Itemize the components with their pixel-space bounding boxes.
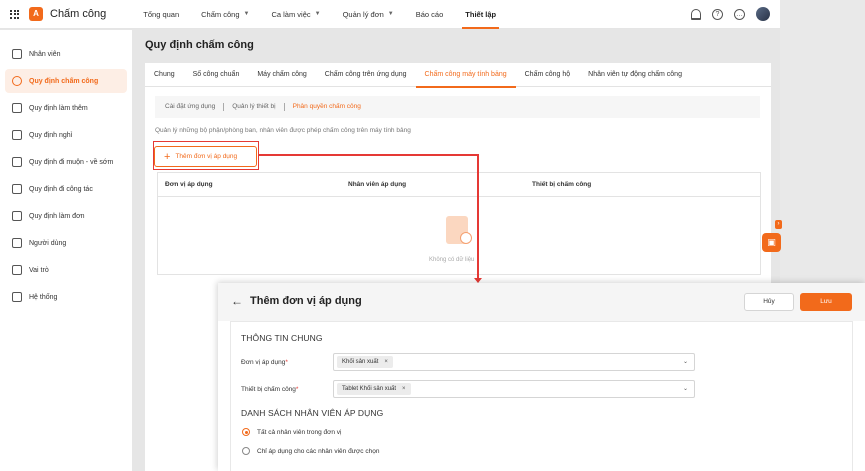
sidebar-item-request-rules[interactable]: Quy định làm đơn: [5, 204, 127, 228]
more-icon[interactable]: …: [734, 8, 745, 20]
selected-chip: Khối sản xuất ×: [337, 356, 393, 368]
add-unit-dialog: ← Thêm đơn vị áp dụng Hủy Lưu THÔNG TIN …: [218, 283, 865, 471]
dialog-body: THÔNG TIN CHUNG Đơn vị áp dụng* Khối sản…: [230, 321, 853, 471]
sidebar-item-late-early-rules[interactable]: Quy định đi muộn - về sớm: [5, 150, 127, 174]
connector-line: [259, 154, 478, 156]
unit-select[interactable]: Khối sản xuất × ⌄: [333, 353, 695, 371]
chat-icon[interactable]: ▣: [762, 233, 781, 252]
system-icon: [12, 292, 22, 302]
help-icon[interactable]: ?: [712, 8, 723, 20]
units-table: Đơn vị áp dụng Nhân viên áp dụng Thiết b…: [157, 172, 761, 275]
chevron-right-icon[interactable]: ›: [775, 220, 782, 229]
column-header-employees: Nhân viên áp dụng: [348, 181, 407, 188]
tab-general[interactable]: Chung: [145, 63, 184, 87]
sidebar-item-employees[interactable]: Nhân viên: [5, 42, 127, 66]
top-bar: A Chấm công Tổng quan Chấm công ▼ Ca làm …: [0, 0, 780, 29]
save-button[interactable]: Lưu: [800, 293, 852, 311]
nav-overview[interactable]: Tổng quan: [132, 0, 190, 29]
tab-auto-timekeeping[interactable]: Nhân viên tự động chấm công: [579, 63, 691, 87]
cancel-button[interactable]: Hủy: [744, 293, 794, 311]
table-header: Đơn vị áp dụng Nhân viên áp dụng Thiết b…: [158, 173, 760, 197]
sidebar-item-overtime-rules[interactable]: Quy định làm thêm: [5, 96, 127, 120]
close-icon[interactable]: ×: [402, 383, 406, 395]
briefcase-icon: [12, 184, 22, 194]
section-title-employees: DANH SÁCH NHÂN VIÊN ÁP DỤNG: [241, 408, 384, 418]
chevron-down-icon: ⌄: [682, 386, 688, 392]
empty-state-icon: [446, 216, 472, 244]
page-title: Quy định chấm công: [145, 39, 254, 51]
people-icon: [12, 49, 22, 59]
sidebar-item-users[interactable]: Người dùng: [5, 231, 127, 255]
main-nav: Tổng quan Chấm công ▼ Ca làm việc ▼ Quản l…: [132, 0, 507, 29]
tab-proxy-timekeeping[interactable]: Chấm công hộ: [516, 63, 580, 87]
sidebar-item-system[interactable]: Hệ thống: [5, 285, 127, 309]
nav-timekeeping[interactable]: Chấm công ▼: [190, 0, 260, 29]
sidebar-item-timekeeping-rules[interactable]: Quy định chấm công: [5, 69, 127, 93]
field-label-device: Thiết bị chấm công*: [241, 386, 299, 393]
chevron-down-icon: ▼: [243, 11, 250, 17]
radio-all-employees[interactable]: Tất cả nhân viên trong đơn vị: [242, 428, 341, 436]
empty-state-text: Không có dữ liệu: [429, 257, 475, 263]
radio-button[interactable]: [242, 447, 250, 455]
nav-settings[interactable]: Thiết lập: [454, 0, 507, 29]
field-label-unit: Đơn vị áp dụng*: [241, 359, 288, 366]
tab-tablet-timekeeping[interactable]: Chấm công máy tính bảng: [415, 63, 516, 88]
chevron-down-icon: ▼: [387, 11, 394, 17]
document-icon: [12, 211, 22, 221]
app-title: Chấm công: [50, 8, 107, 20]
selected-chip: Tablet Khối sản xuất ×: [337, 383, 411, 395]
user-icon: [12, 238, 22, 248]
nav-reports[interactable]: Báo cáo: [405, 0, 455, 29]
app-logo: A: [29, 7, 43, 21]
avatar[interactable]: [756, 7, 770, 21]
chevron-down-icon: ▼: [314, 11, 321, 17]
clock-icon: [12, 76, 22, 86]
subtab-app-settings[interactable]: Cài đặt ứng dụng: [165, 103, 225, 111]
sidebar-item-leave-rules[interactable]: Quy định nghỉ: [5, 123, 127, 147]
column-header-unit: Đơn vị áp dụng: [165, 181, 213, 188]
radio-selected-employees[interactable]: Chỉ áp dụng cho các nhân viên được chọn: [242, 447, 379, 455]
nav-requests[interactable]: Quản lý đơn ▼: [332, 0, 405, 29]
sidebar-item-business-trip-rules[interactable]: Quy định đi công tác: [5, 177, 127, 201]
calendar-icon: [12, 130, 22, 140]
subtabs: Cài đặt ứng dụng Quản lý thiết bị Phân q…: [155, 96, 760, 118]
back-arrow-icon[interactable]: ←: [231, 294, 243, 308]
nav-shifts[interactable]: Ca làm việc ▼: [260, 0, 331, 29]
column-header-device: Thiết bị chấm công: [532, 181, 592, 188]
close-icon[interactable]: ×: [384, 356, 388, 368]
sidebar-item-roles[interactable]: Vai trò: [5, 258, 127, 282]
device-select[interactable]: Tablet Khối sản xuất × ⌄: [333, 380, 695, 398]
tab-standard-workdays[interactable]: Số công chuẩn: [184, 63, 249, 87]
radio-button[interactable]: [242, 428, 250, 436]
section-title-general: THÔNG TIN CHUNG: [241, 333, 323, 343]
apps-grid-icon[interactable]: [10, 9, 19, 19]
topbar-actions: ? …: [691, 7, 770, 21]
connector-line: [477, 154, 479, 280]
subtab-device-management[interactable]: Quản lý thiết bị: [232, 103, 285, 111]
chevron-down-icon: ⌄: [682, 359, 688, 365]
dialog-header: ← Thêm đơn vị áp dụng Hủy Lưu: [218, 283, 865, 321]
tab-app-timekeeping[interactable]: Chấm công trên ứng dụng: [316, 63, 416, 87]
shield-icon: [12, 265, 22, 275]
hourglass-icon: [12, 157, 22, 167]
sidebar: Nhân viên Quy định chấm công Quy định là…: [0, 30, 132, 471]
rule-tabs: Chung Số công chuẩn Máy chấm công Chấm c…: [145, 63, 771, 88]
tab-timekeeping-machine[interactable]: Máy chấm công: [248, 63, 315, 87]
section-description: Quản lý những bộ phận/phòng ban, nhân vi…: [155, 127, 411, 134]
highlight-box: [153, 141, 259, 170]
subtab-permissions[interactable]: Phân quyền chấm công: [293, 103, 369, 111]
dialog-title: Thêm đơn vị áp dụng: [250, 295, 362, 307]
bell-icon[interactable]: [691, 8, 701, 20]
overtime-icon: [12, 103, 22, 113]
